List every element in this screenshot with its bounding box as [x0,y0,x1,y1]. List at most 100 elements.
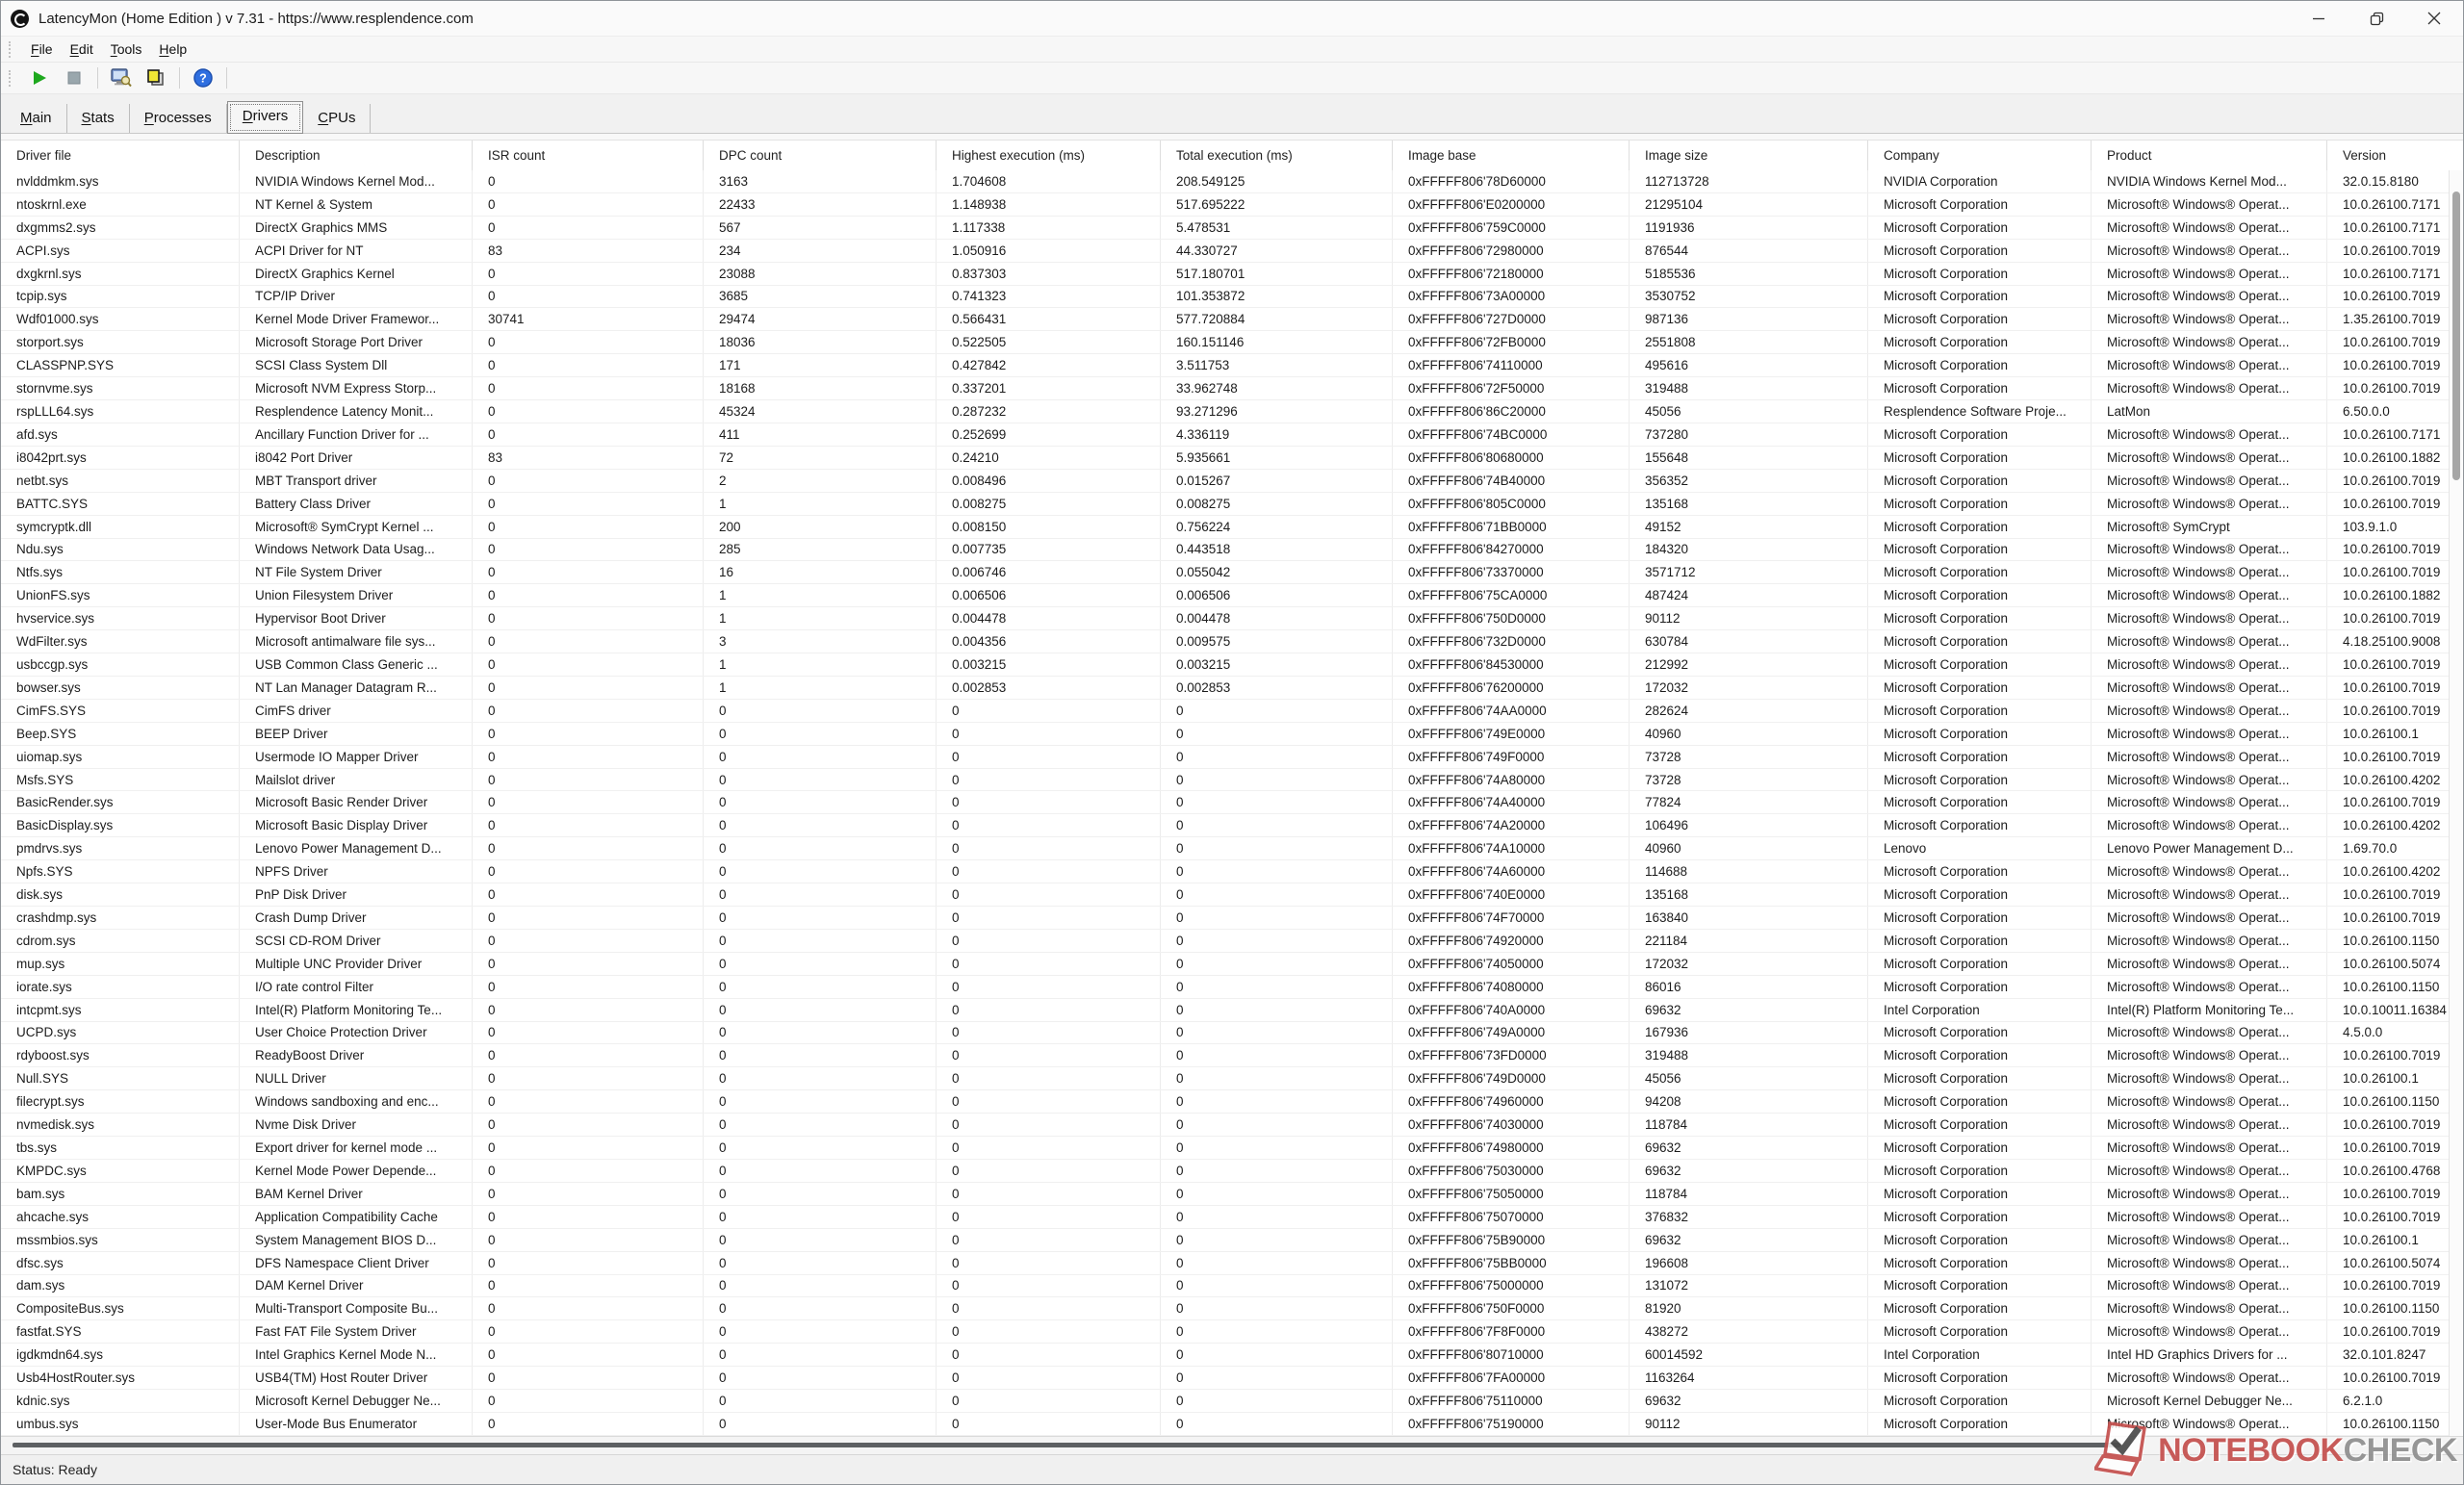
column-header[interactable]: Version [2327,141,2463,170]
table-row[interactable]: tcpip.sysTCP/IP Driver036850.741323101.3… [1,286,2463,309]
table-row[interactable]: crashdmp.sysCrash Dump Driver00000xFFFFF… [1,907,2463,930]
restore-button[interactable] [2348,1,2405,36]
table-row[interactable]: storport.sysMicrosoft Storage Port Drive… [1,331,2463,354]
table-cell: 0 [473,331,704,353]
table-row[interactable]: bowser.sysNT Lan Manager Datagram R...01… [1,677,2463,700]
table-row[interactable]: cdrom.sysSCSI CD-ROM Driver00000xFFFFF80… [1,930,2463,953]
vertical-scrollbar-thumb[interactable] [2452,192,2460,480]
table-cell: Nvme Disk Driver [240,1114,473,1136]
menu-item-file[interactable]: File [22,38,62,60]
table-cell: 10.0.26100.1150 [2327,930,2463,952]
table-row[interactable]: rspLLL64.sysResplendence Latency Monit..… [1,400,2463,423]
table-row[interactable]: ntoskrnl.exeNT Kernel & System0224331.14… [1,193,2463,217]
table-row[interactable]: Ndu.sysWindows Network Data Usag...02850… [1,539,2463,562]
table-row[interactable]: Msfs.SYSMailslot driver00000xFFFFF806'74… [1,769,2463,792]
table-cell: 0xFFFFF806'72180000 [1393,263,1630,285]
table-cell: 0 [937,1297,1161,1319]
horizontal-scrollbar-thumb[interactable] [13,1443,2120,1447]
table-cell: 5185536 [1630,263,1868,285]
column-header[interactable]: Total execution (ms) [1161,141,1393,170]
table-row[interactable]: nvmedisk.sysNvme Disk Driver00000xFFFFF8… [1,1114,2463,1137]
table-row[interactable]: nvlddmkm.sysNVIDIA Windows Kernel Mod...… [1,170,2463,193]
table-row[interactable]: Npfs.SYSNPFS Driver00000xFFFFF806'74A600… [1,860,2463,883]
horizontal-scrollbar[interactable] [1,1436,2463,1454]
table-row[interactable]: Wdf01000.sysKernel Mode Driver Framewor.… [1,308,2463,331]
column-header[interactable]: Driver file [1,141,240,170]
table-row[interactable]: igdkmdn64.sysIntel Graphics Kernel Mode … [1,1344,2463,1367]
table-row[interactable]: UCPD.sysUser Choice Protection Driver000… [1,1022,2463,1045]
tab-main[interactable]: Main [6,104,67,133]
table-row[interactable]: BasicDisplay.sysMicrosoft Basic Display … [1,814,2463,837]
table-cell: 0 [473,1275,704,1297]
table-cell: dxgkrnl.sys [1,263,240,285]
table-row[interactable]: kdnic.sysMicrosoft Kernel Debugger Ne...… [1,1390,2463,1413]
table-cell: 0xFFFFF806'75190000 [1393,1413,1630,1435]
stop-monitor-button[interactable] [60,65,89,91]
column-header[interactable]: Description [240,141,473,170]
table-row[interactable]: afd.sysAncillary Function Driver for ...… [1,423,2463,447]
table-cell: 208.549125 [1161,170,1393,192]
table-row[interactable]: symcryptk.dllMicrosoft® SymCrypt Kernel … [1,516,2463,539]
table-cell: Microsoft Corporation [1868,953,2092,975]
table-row[interactable]: BATTC.SYSBattery Class Driver010.0082750… [1,493,2463,516]
table-row[interactable]: usbccgp.sysUSB Common Class Generic ...0… [1,653,2463,677]
table-row[interactable]: WdFilter.sysMicrosoft antimalware file s… [1,630,2463,653]
column-header[interactable]: Image base [1393,141,1630,170]
column-header[interactable]: Image size [1630,141,1868,170]
table-row[interactable]: fastfat.SYSFast FAT File System Driver00… [1,1320,2463,1344]
table-row[interactable]: disk.sysPnP Disk Driver00000xFFFFF806'74… [1,883,2463,907]
table-row[interactable]: dam.sysDAM Kernel Driver00000xFFFFF806'7… [1,1275,2463,1298]
menu-item-help[interactable]: Help [150,38,195,60]
table-row[interactable]: CimFS.SYSCimFS driver00000xFFFFF806'74AA… [1,700,2463,723]
table-row[interactable]: i8042prt.sysi8042 Port Driver83720.24210… [1,447,2463,470]
table-row[interactable]: CompositeBus.sysMulti-Transport Composit… [1,1297,2463,1320]
column-header[interactable]: Product [2092,141,2327,170]
table-row[interactable]: mssmbios.sysSystem Management BIOS D...0… [1,1229,2463,1252]
table-cell: Microsoft® Windows® Operat... [2092,217,2327,239]
table-row[interactable]: ahcache.sysApplication Compatibility Cac… [1,1206,2463,1229]
table-row[interactable]: uiomap.sysUsermode IO Mapper Driver00000… [1,746,2463,769]
start-monitor-button[interactable] [25,65,54,91]
table-row[interactable]: Null.SYSNULL Driver00000xFFFFF806'749D00… [1,1067,2463,1090]
menu-item-tools[interactable]: Tools [102,38,151,60]
table-row[interactable]: KMPDC.sysKernel Mode Power Depende...000… [1,1160,2463,1183]
close-button[interactable] [2405,1,2463,36]
menu-item-edit[interactable]: Edit [62,38,102,60]
table-row[interactable]: umbus.sysUser-Mode Bus Enumerator00000xF… [1,1413,2463,1436]
table-row[interactable]: dxgkrnl.sysDirectX Graphics Kernel023088… [1,263,2463,286]
table-row[interactable]: BasicRender.sysMicrosoft Basic Render Dr… [1,791,2463,814]
table-row[interactable]: UnionFS.sysUnion Filesystem Driver010.00… [1,584,2463,607]
vertical-scrollbar[interactable] [2449,170,2463,1436]
table-row[interactable]: bam.sysBAM Kernel Driver00000xFFFFF806'7… [1,1183,2463,1206]
column-header[interactable]: ISR count [473,141,704,170]
table-row[interactable]: stornvme.sysMicrosoft NVM Express Storp.… [1,377,2463,400]
minimize-button[interactable] [2290,1,2348,36]
table-row[interactable]: Ntfs.sysNT File System Driver0160.006746… [1,561,2463,584]
table-row[interactable]: hvservice.sysHypervisor Boot Driver010.0… [1,607,2463,630]
tab-drivers[interactable]: Drivers [227,101,304,134]
table-row[interactable]: Usb4HostRouter.sysUSB4(TM) Host Router D… [1,1367,2463,1390]
table-row[interactable]: iorate.sysI/O rate control Filter00000xF… [1,976,2463,999]
column-header[interactable]: Highest execution (ms) [937,141,1161,170]
table-row[interactable]: filecrypt.sysWindows sandboxing and enc.… [1,1090,2463,1114]
table-row[interactable]: CLASSPNP.SYSSCSI Class System Dll01710.4… [1,354,2463,377]
windows-button[interactable] [141,65,170,91]
table-row[interactable]: rdyboost.sysReadyBoost Driver00000xFFFFF… [1,1044,2463,1067]
tab-stats[interactable]: Stats [67,104,130,133]
analyze-button[interactable] [107,65,136,91]
table-row[interactable]: netbt.sysMBT Transport driver020.0084960… [1,470,2463,493]
table-row[interactable]: ACPI.sysACPI Driver for NT832341.0509164… [1,240,2463,263]
column-header[interactable]: DPC count [704,141,937,170]
table-row[interactable]: pmdrvs.sysLenovo Power Management D...00… [1,837,2463,860]
table-row[interactable]: mup.sysMultiple UNC Provider Driver00000… [1,953,2463,976]
column-header[interactable]: Company [1868,141,2092,170]
table-row[interactable]: dfsc.sysDFS Namespace Client Driver00000… [1,1252,2463,1275]
table-cell: 0 [473,1044,704,1066]
tab-processes[interactable]: Processes [130,104,227,133]
table-row[interactable]: dxgmms2.sysDirectX Graphics MMS05671.117… [1,217,2463,240]
tab-cpus[interactable]: CPUs [303,104,371,133]
table-row[interactable]: Beep.SYSBEEP Driver00000xFFFFF806'749E00… [1,723,2463,746]
help-button[interactable]: ? [189,65,218,91]
table-row[interactable]: tbs.sysExport driver for kernel mode ...… [1,1137,2463,1160]
table-row[interactable]: intcpmt.sysIntel(R) Platform Monitoring … [1,999,2463,1022]
